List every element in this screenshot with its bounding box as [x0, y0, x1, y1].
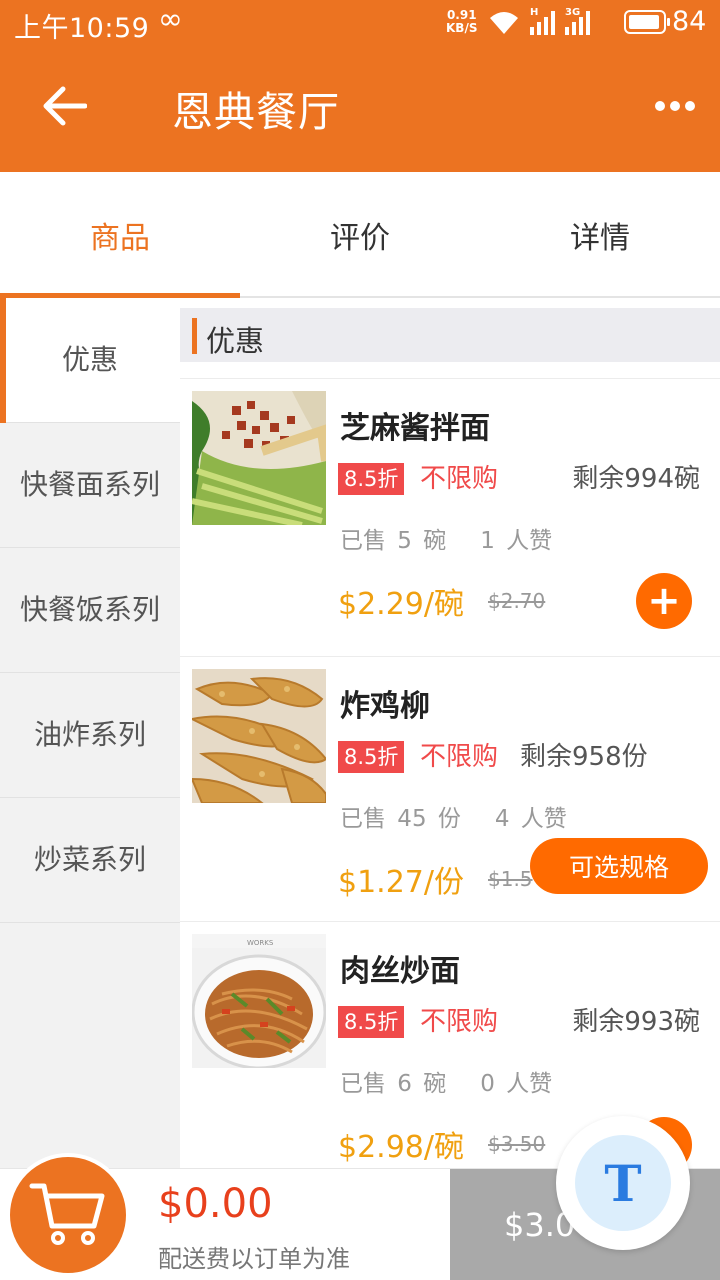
sales-info: 已售 6 碗 0 人赞 [340, 1064, 552, 1098]
select-spec-button[interactable]: 可选规格 [530, 838, 708, 894]
signal-h-tag: H [530, 7, 539, 18]
product-image[interactable] [192, 391, 326, 525]
section-header: 优惠 [180, 308, 720, 362]
purchase-limit: 不限购 [420, 1007, 499, 1037]
sold-count: 已售 45 份 [340, 806, 461, 832]
floating-assistant-button[interactable]: T [556, 1116, 690, 1250]
page-title: 恩典餐厅 [172, 88, 340, 136]
product-name: 炸鸡柳 [340, 689, 430, 724]
title-bar: 恩典餐厅 [0, 46, 720, 172]
product-item[interactable]: 炸鸡柳 8.5折 不限购 剩余958份 已售 45 份 4 人赞 $1.27/份… [180, 656, 720, 921]
sidebar-item-discount[interactable]: 优惠 [0, 298, 180, 423]
infinity-icon: ∞ [158, 2, 183, 37]
sidebar-item-stirfry[interactable]: 炒菜系列 [0, 798, 180, 923]
cart-button[interactable] [6, 1153, 130, 1277]
status-bar: 上午10:59 ∞ 0.91 KB/S H 3G 84 [0, 0, 720, 46]
shopping-cart-icon [29, 1183, 105, 1245]
like-count: 1 人赞 [480, 528, 553, 554]
sales-info: 已售 45 份 4 人赞 [340, 799, 567, 833]
delivery-fee-note: 配送费以订单为准 [158, 1245, 350, 1273]
net-speed-unit: KB/S [446, 21, 478, 35]
product-price: $2.98/碗 [338, 1130, 464, 1165]
sold-count: 已售 5 碗 [340, 528, 447, 554]
sales-info: 已售 5 碗 1 人赞 [340, 521, 552, 555]
cart-total: $0.00 [158, 1181, 273, 1227]
product-name: 芝麻酱拌面 [340, 411, 490, 446]
more-dots-icon [655, 101, 665, 111]
product-name: 肉丝炒面 [340, 954, 460, 989]
battery-level: 84 [672, 6, 707, 37]
wifi-icon [490, 12, 518, 34]
stock-remaining: 剩余993碗 [572, 1007, 700, 1037]
discount-badge: 8.5折 [338, 741, 405, 773]
more-button[interactable] [640, 76, 710, 136]
section-accent-bar [192, 318, 197, 354]
tab-details[interactable]: 详情 [480, 172, 720, 298]
product-price: $1.27/份 [338, 865, 464, 900]
add-to-cart-button[interactable]: + [636, 573, 692, 629]
signal-3g-tag: 3G [565, 7, 581, 18]
like-count: 0 人赞 [480, 1071, 553, 1097]
category-sidebar: 优惠 快餐面系列 快餐饭系列 油炸系列 炒菜系列 [0, 298, 180, 1168]
product-list: 优惠 芝麻酱拌面 8.5折 不限购 剩余994碗 已售 5 碗 1 人赞 $2.… [180, 298, 720, 1168]
original-price: $2.70 [488, 589, 546, 613]
signal-h-icon: H [530, 7, 555, 35]
section-title: 优惠 [206, 324, 265, 358]
battery-icon [624, 10, 670, 34]
purchase-limit: 不限购 [420, 464, 499, 494]
signal-3g-icon: 3G [565, 7, 590, 35]
thumb-caption: WORKS [247, 939, 274, 947]
like-count: 4 人赞 [494, 806, 567, 832]
tab-products[interactable]: 商品 [0, 172, 240, 298]
status-icons: H 3G [488, 7, 590, 38]
sold-count: 已售 6 碗 [340, 1071, 447, 1097]
purchase-limit: 不限购 [420, 742, 499, 772]
status-time: 上午10:59 [14, 13, 150, 44]
discount-badge: 8.5折 [338, 1006, 405, 1038]
stock-remaining: 剩余994碗 [572, 464, 700, 494]
sidebar-item-fried[interactable]: 油炸系列 [0, 673, 180, 798]
product-image[interactable]: WORKS [192, 934, 326, 1068]
sidebar-item-noodles[interactable]: 快餐面系列 [0, 423, 180, 548]
tab-bar: 商品 评价 详情 [0, 172, 720, 298]
text-t-icon: T [575, 1135, 671, 1231]
sidebar-item-rice[interactable]: 快餐饭系列 [0, 548, 180, 673]
product-image[interactable] [192, 669, 326, 803]
tab-reviews[interactable]: 评价 [240, 172, 480, 298]
net-speed: 0.91 KB/S [446, 9, 477, 35]
back-arrow-icon [43, 86, 87, 126]
original-price: $3.50 [488, 1132, 546, 1156]
back-button[interactable] [32, 74, 96, 138]
original-price: $1.5 [488, 867, 533, 891]
stock-remaining: 剩余958份 [520, 742, 648, 772]
product-price: $2.29/碗 [338, 587, 464, 622]
product-item[interactable]: 芝麻酱拌面 8.5折 不限购 剩余994碗 已售 5 碗 1 人赞 $2.29/… [180, 378, 720, 643]
discount-badge: 8.5折 [338, 463, 405, 495]
